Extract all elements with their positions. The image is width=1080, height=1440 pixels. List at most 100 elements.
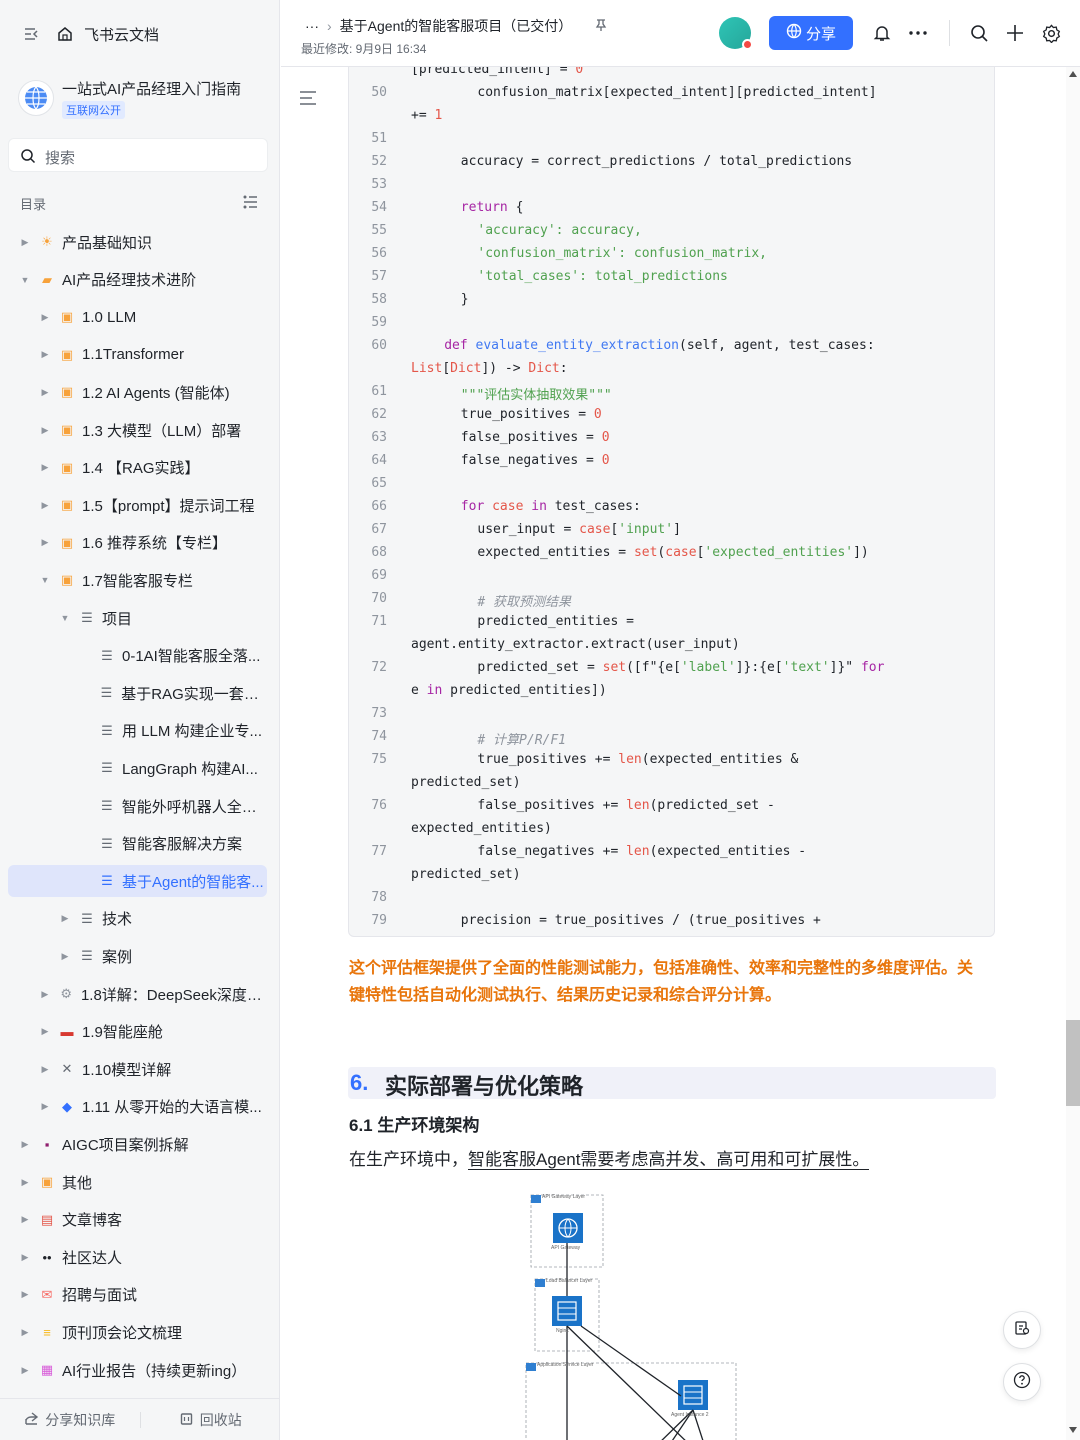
breadcrumb-more[interactable]: ··· [305, 18, 319, 34]
sidebar-item[interactable]: ☰ 智能外呼机器人全链... [78, 790, 268, 822]
search-input[interactable]: 搜索 [8, 138, 268, 172]
caret-right-icon[interactable]: ▶ [38, 348, 52, 362]
caret-right-icon[interactable]: ▶ [38, 498, 52, 512]
sidebar-item[interactable]: ▶ ▣ 1.6 推荐系统【专栏】 [38, 527, 268, 559]
caret-right-icon[interactable]: ▶ [38, 987, 52, 1001]
collapse-sidebar-icon[interactable] [22, 24, 42, 44]
sidebar-item-label: AIGC项目案例拆解 [62, 1136, 189, 1154]
sidebar-item[interactable]: ☰ 智能客服解决方案 [78, 828, 268, 860]
stack-icon: ◆ [62, 1098, 72, 1114]
share-button[interactable]: 分享 [769, 16, 853, 50]
brand-name[interactable]: 飞书云文档 [84, 24, 159, 45]
caret-right-icon[interactable]: ▶ [38, 1100, 52, 1114]
code-line-number: 50 [371, 85, 387, 100]
doc-info-icon [1014, 1320, 1030, 1341]
sidebar-item[interactable]: ▶ ☰ 案例 [58, 940, 268, 972]
doc-title[interactable]: 基于Agent的智能客服项目（已交付） [340, 16, 573, 36]
sidebar-item[interactable]: ▶ ▣ 1.3 大模型（LLM）部署 [38, 414, 268, 446]
sidebar-footer: 分享知识库 回收站 [0, 1398, 280, 1440]
avatar[interactable] [719, 17, 753, 50]
caret-right-icon[interactable]: ▶ [38, 1062, 52, 1076]
caret-right-icon[interactable]: ▶ [18, 1175, 32, 1189]
sidebar-item[interactable]: ▶ ⚙ 1.8详解：DeepSeek深度推... [38, 978, 268, 1010]
vertical-scrollbar[interactable] [1066, 67, 1080, 1440]
caret-right-icon[interactable]: ▶ [58, 949, 72, 963]
caret-down-icon[interactable]: ▼ [38, 573, 52, 587]
settings-icon[interactable] [1040, 22, 1062, 44]
home-icon[interactable] [54, 23, 76, 45]
sidebar-item[interactable]: ▶ ▪ AIGC项目案例拆解 [18, 1128, 268, 1160]
sidebar-item[interactable]: ▶ ☀ 产品基础知识 [18, 226, 268, 258]
sidebar-item[interactable]: ▶ ◆ 1.11 从零开始的大语言模... [38, 1091, 268, 1123]
caret-right-icon[interactable]: ▶ [18, 1137, 32, 1151]
trash-button[interactable]: 回收站 [141, 1410, 281, 1430]
outline-icon[interactable] [297, 87, 319, 109]
gear-icon: ⚙ [60, 986, 73, 1001]
sidebar-item-label: 1.6 推荐系统【专栏】 [82, 535, 228, 553]
sidebar-item[interactable]: ▶ ✉ 招聘与面试 [18, 1279, 268, 1311]
list-view-icon[interactable] [240, 192, 260, 212]
sidebar-item[interactable]: ▶ ✕ 1.10模型详解 [38, 1053, 268, 1085]
caret-right-icon[interactable]: ▶ [38, 423, 52, 437]
caret-right-icon[interactable]: ▶ [18, 1250, 32, 1264]
scrollbar-thumb[interactable] [1066, 1020, 1080, 1106]
share-knowledge-base-label: 分享知识库 [45, 1411, 116, 1428]
architecture-diagram[interactable]: API Gateway Layer API Gateway Load Balan… [521, 1187, 751, 1440]
scroll-down-arrow[interactable] [1069, 1427, 1077, 1433]
sidebar-item[interactable]: ▶ ▬ 1.9智能座舱 [38, 1016, 268, 1048]
doc-icon: ▣ [60, 497, 74, 513]
sidebar-item[interactable]: ▶ ▣ 1.4 【RAG实践】 [38, 452, 268, 484]
sidebar-item[interactable]: ▶ ▣ 1.0 LLM [38, 301, 268, 333]
caret-right-icon[interactable]: ▶ [38, 1025, 52, 1039]
caret-down-icon[interactable]: ▼ [58, 611, 72, 625]
sidebar-item[interactable]: ☰ LangGraph 构建AI... [78, 752, 268, 784]
caret-right-icon[interactable]: ▶ [58, 912, 72, 926]
sidebar-item[interactable]: ☰ 0-1AI智能客服全落... [78, 640, 268, 672]
sidebar-item[interactable]: ▶ ☰ 技术 [58, 903, 268, 935]
sidebar-item-label: 基于Agent的智能客... [122, 873, 264, 891]
search-icon[interactable] [968, 22, 990, 44]
more-icon[interactable] [906, 22, 930, 44]
sidebar-item[interactable]: ☰ 基于Agent的智能客... [8, 865, 267, 898]
share-knowledge-base-button[interactable]: 分享知识库 [0, 1410, 140, 1430]
code-line: expected_entities) [411, 821, 552, 836]
doc-icon: ▣ [60, 309, 74, 325]
code-block[interactable]: [predicted_intent] = 0 50 confusion_matrix… [348, 67, 995, 937]
sidebar-item[interactable]: ▶ ▣ 其他 [18, 1166, 268, 1198]
sidebar-item[interactable]: ▶ •• 社区达人 [18, 1241, 268, 1273]
pin-icon[interactable] [594, 18, 608, 35]
doc-info-button[interactable] [1003, 1311, 1041, 1349]
sidebar-item[interactable]: ▶ ▤ 文章博客 [18, 1204, 268, 1236]
caret-right-icon[interactable]: ▶ [18, 1325, 32, 1339]
sidebar-item[interactable]: ▼ ☰ 项目 [58, 602, 268, 634]
sidebar-item[interactable]: ▼ ▰ AI产品经理技术进阶 [18, 264, 268, 296]
caret-right-icon[interactable]: ▶ [38, 310, 52, 324]
caret-right-icon[interactable]: ▶ [18, 1288, 32, 1302]
knowledge-base-title: 一站式AI产品经理入门指南 [62, 81, 242, 98]
plus-icon[interactable] [1004, 22, 1026, 44]
code-line: predicted_set = set([f"{e['label']}:{e['… [477, 660, 885, 675]
bell-icon[interactable] [871, 22, 893, 44]
caret-right-icon[interactable]: ▶ [18, 235, 32, 249]
toc-heading: 目录 [20, 197, 47, 212]
caret-right-icon[interactable]: ▶ [18, 1363, 32, 1377]
sidebar-item[interactable]: ☰ 用 LLM 构建企业专... [78, 715, 268, 747]
caret-right-icon[interactable]: ▶ [38, 536, 52, 550]
top-bar: ··· › 基于Agent的智能客服项目（已交付） 最近修改: 9月9日 16:… [281, 0, 1080, 67]
sidebar-item[interactable]: ▶ ▣ 1.2 AI Agents (智能体) [38, 376, 268, 408]
sidebar-item[interactable]: ▼ ▣ 1.7智能客服专栏 [38, 564, 268, 596]
sidebar-item[interactable]: ▶ ≡ 顶刊顶会论文梳理 [18, 1316, 268, 1348]
caret-right-icon[interactable]: ▶ [18, 1213, 32, 1227]
sidebar-item[interactable]: ▶ ▣ 1.5【prompt】提示词工程 [38, 489, 268, 521]
scroll-up-arrow[interactable] [1069, 71, 1077, 77]
code-line: predicted_set) [411, 867, 521, 882]
caret-right-icon[interactable]: ▶ [38, 461, 52, 475]
code-line: predicted_entities = [477, 614, 634, 629]
knowledge-base-header[interactable]: 一站式AI产品经理入门指南 互联网公开 [18, 78, 268, 119]
sidebar-item[interactable]: ☰ 基于RAG实现一套企... [78, 677, 268, 709]
sidebar-item[interactable]: ▶ ▣ 1.1Transformer [38, 339, 268, 371]
sidebar-item[interactable]: ▶ ▦ AI行业报告（持续更新ing） [18, 1354, 268, 1386]
caret-down-icon[interactable]: ▼ [18, 273, 32, 287]
caret-right-icon[interactable]: ▶ [38, 385, 52, 399]
help-button[interactable] [1003, 1363, 1041, 1401]
